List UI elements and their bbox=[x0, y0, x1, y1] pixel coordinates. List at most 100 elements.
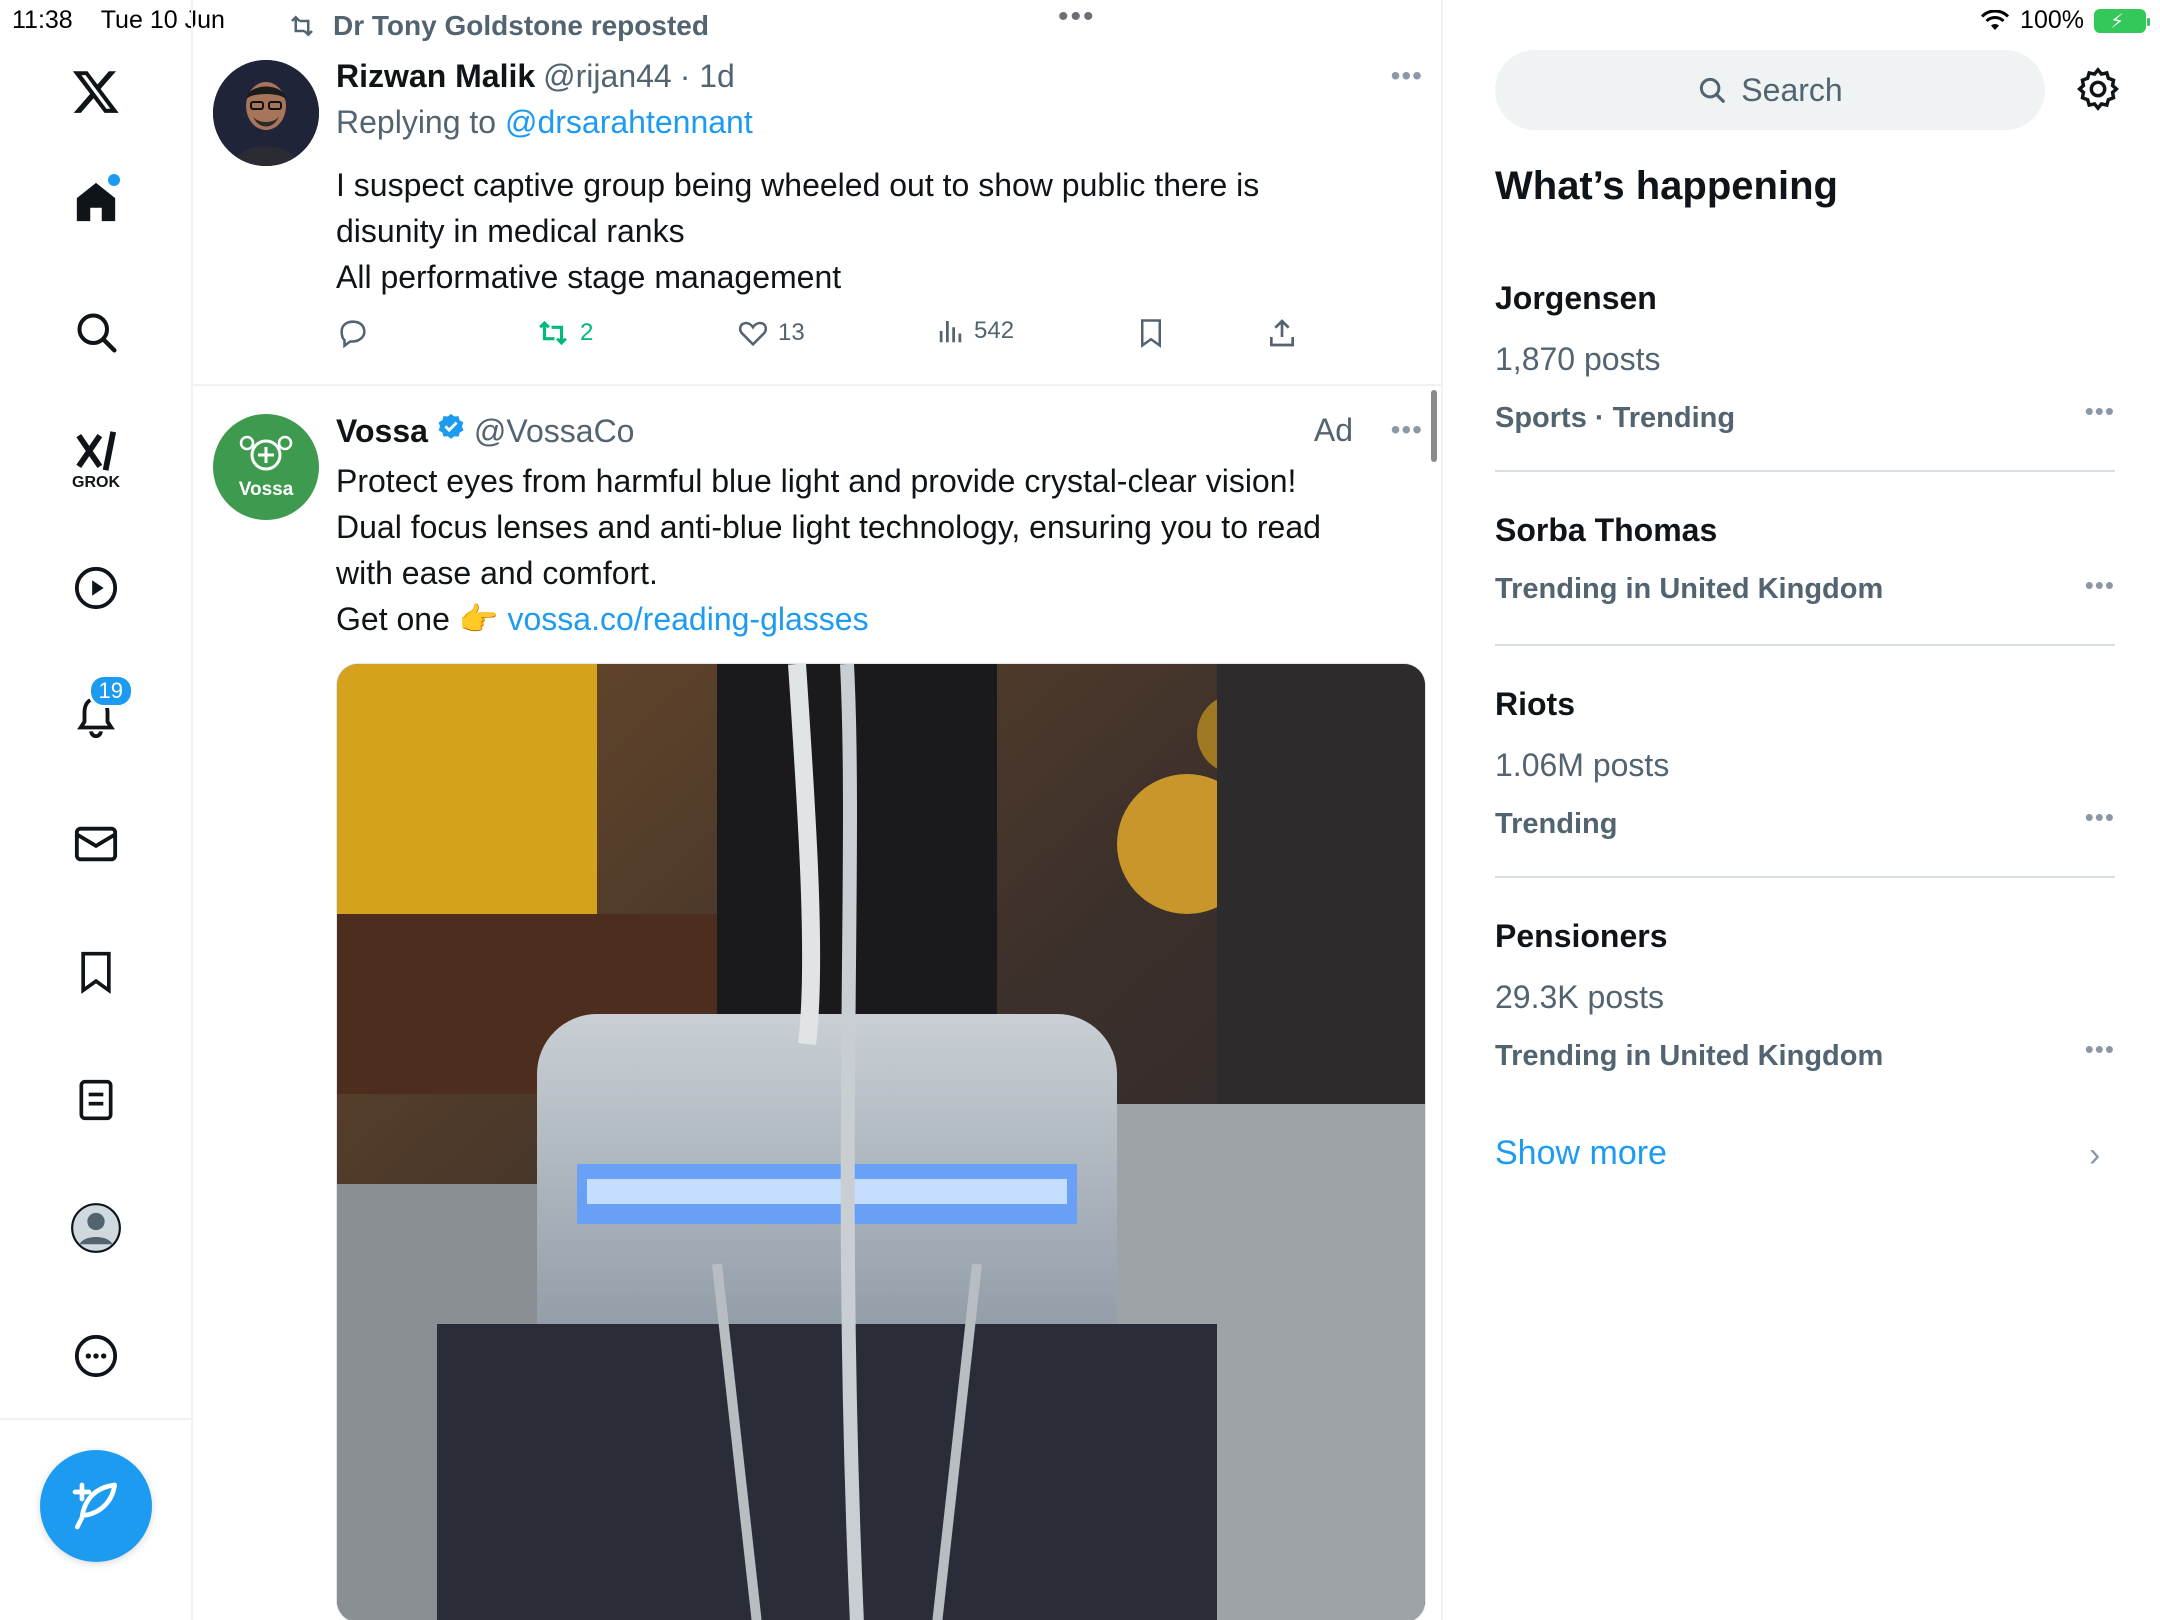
author-name[interactable]: Rizwan Malik bbox=[336, 58, 535, 95]
feed-scrollbar[interactable] bbox=[1431, 390, 1437, 462]
x-logo-icon[interactable] bbox=[60, 55, 132, 127]
show-more-link[interactable]: Show more bbox=[1495, 1134, 1667, 1173]
trend-item[interactable]: Pensioners 29.3K posts Trending in Unite… bbox=[1495, 918, 2115, 1073]
share-icon bbox=[1270, 319, 1294, 347]
trend-divider bbox=[1495, 470, 2115, 472]
trend-name: Sorba Thomas bbox=[1495, 512, 1718, 548]
verified-badge-icon bbox=[438, 413, 464, 439]
trend-category: Sports · Trending bbox=[1495, 402, 1736, 434]
trend-count: 1,870 posts bbox=[1495, 341, 1661, 377]
trend-item[interactable]: Riots 1.06M posts Trending ••• bbox=[1495, 686, 2115, 841]
settings-gear-icon[interactable] bbox=[2075, 66, 2121, 117]
section-title: What’s happening bbox=[1495, 164, 1838, 208]
replying-to: Replying to @drsarahtennant bbox=[336, 104, 753, 141]
tweet-text-line: Get one 👉 vossa.co/reading-glasses bbox=[336, 596, 1321, 642]
search-icon bbox=[1700, 77, 1726, 103]
tweet[interactable]: Dr Tony Goldstone reposted Rizwan Malik … bbox=[193, 0, 1441, 386]
retweet-icon bbox=[291, 15, 313, 37]
tweet-text-line: disunity in medical ranks bbox=[336, 213, 685, 249]
tweet-text-line: I suspect captive group being wheeled ou… bbox=[336, 167, 1260, 203]
pointing-emoji: 👉 bbox=[458, 601, 499, 637]
author-handle[interactable]: @VossaCo bbox=[474, 413, 635, 450]
like-count: 13 bbox=[778, 319, 805, 346]
bookmark-button[interactable] bbox=[1136, 316, 1166, 350]
left-nav: GROK 19 bbox=[0, 0, 193, 1620]
repost-by-label: Dr Tony Goldstone reposted bbox=[333, 10, 709, 41]
more-icon[interactable] bbox=[60, 1320, 132, 1392]
trend-more-icon[interactable]: ••• bbox=[2085, 570, 2115, 601]
notifications-badge: 19 bbox=[87, 674, 134, 708]
ad-video[interactable] bbox=[336, 663, 1426, 1620]
share-button[interactable] bbox=[1266, 316, 1298, 350]
tweet-text-line: with ease and comfort. bbox=[336, 555, 658, 591]
home-unread-dot bbox=[108, 174, 120, 186]
avatar[interactable] bbox=[213, 60, 319, 166]
avatar-text: Vossa bbox=[238, 479, 294, 500]
views-button[interactable]: 542 bbox=[936, 316, 1014, 346]
tweet-ad[interactable]: Vossa Vossa @VossaCo Ad ••• Protect eyes… bbox=[193, 388, 1441, 1620]
trend-category: Trending in United Kingdom bbox=[1495, 1040, 1884, 1072]
tweet-time[interactable]: · 1d bbox=[680, 58, 735, 95]
views-count: 542 bbox=[974, 317, 1015, 344]
profile-icon[interactable] bbox=[60, 1192, 132, 1264]
right-sidebar: Search What’s happening Jorgensen 1,870 … bbox=[1445, 0, 2160, 1620]
heart-icon bbox=[738, 321, 768, 347]
tweet-actions: 2 13 542 bbox=[336, 316, 1336, 356]
search-input[interactable]: Search bbox=[1495, 50, 2045, 130]
search-icon[interactable] bbox=[60, 296, 132, 368]
avatar-image bbox=[213, 60, 319, 166]
grok-label: GROK bbox=[72, 474, 120, 491]
like-button[interactable]: 13 bbox=[736, 316, 805, 350]
trend-name: Pensioners bbox=[1495, 918, 1668, 954]
trend-count: 29.3K posts bbox=[1495, 979, 1664, 1015]
avatar[interactable]: Vossa bbox=[213, 414, 319, 520]
cta-prefix: Get one bbox=[336, 601, 450, 637]
timeline[interactable]: Dr Tony Goldstone reposted Rizwan Malik … bbox=[193, 0, 1443, 1620]
trend-item[interactable]: Sorba Thomas Trending in United Kingdom … bbox=[1495, 512, 2115, 606]
repost-indicator: Dr Tony Goldstone reposted bbox=[285, 10, 709, 42]
tweet-header: Vossa @VossaCo bbox=[336, 412, 634, 450]
repost-button[interactable]: 2 bbox=[534, 316, 593, 350]
trend-divider bbox=[1495, 876, 2115, 878]
vossa-logo-icon bbox=[239, 435, 293, 471]
tweet-text: I suspect captive group being wheeled ou… bbox=[336, 162, 1259, 300]
mail-icon[interactable] bbox=[60, 808, 132, 880]
ad-label: Ad bbox=[1313, 412, 1353, 448]
retweet-icon bbox=[539, 320, 567, 346]
author-name[interactable]: Vossa bbox=[336, 413, 428, 450]
tweet-text-line: All performative stage management bbox=[336, 259, 842, 295]
bookmark-icon bbox=[1141, 319, 1161, 348]
nav-divider bbox=[0, 1418, 193, 1420]
trend-more-icon[interactable]: ••• bbox=[2085, 1034, 2115, 1065]
trend-name: Riots bbox=[1495, 686, 1575, 722]
grok-icon[interactable]: GROK bbox=[60, 424, 132, 496]
trend-more-icon[interactable]: ••• bbox=[2085, 802, 2115, 833]
chevron-right-icon[interactable]: › bbox=[2089, 1136, 2100, 1175]
trend-category: Trending bbox=[1495, 808, 1618, 840]
tweet-text-line: Protect eyes from harmful blue light and… bbox=[336, 463, 1297, 499]
trend-item[interactable]: Jorgensen 1,870 posts Sports · Trending … bbox=[1495, 280, 2115, 435]
notifications-nav[interactable]: 19 bbox=[60, 674, 134, 752]
replying-prefix: Replying to bbox=[336, 104, 497, 140]
compose-feather-icon bbox=[72, 1482, 117, 1530]
tweet-text-line: Dual focus lenses and anti-blue light te… bbox=[336, 509, 1321, 545]
reply-button[interactable] bbox=[336, 316, 370, 350]
video-icon[interactable] bbox=[60, 552, 132, 624]
list-icon[interactable] bbox=[60, 1064, 132, 1136]
replying-to-link[interactable]: @drsarahtennant bbox=[505, 104, 753, 140]
ad-link[interactable]: vossa.co/reading-glasses bbox=[507, 601, 868, 637]
home-icon[interactable] bbox=[60, 166, 132, 238]
tweet-more-icon[interactable]: ••• bbox=[1391, 414, 1423, 446]
tweet-text: Protect eyes from harmful blue light and… bbox=[336, 458, 1321, 642]
reply-icon bbox=[340, 320, 366, 349]
author-handle[interactable]: @rijan44 bbox=[543, 58, 672, 95]
trend-category: Trending in United Kingdom bbox=[1495, 573, 1884, 605]
compose-button[interactable] bbox=[40, 1450, 152, 1562]
bookmark-icon[interactable] bbox=[60, 936, 132, 1008]
trend-count: 1.06M posts bbox=[1495, 747, 1670, 783]
trend-name: Jorgensen bbox=[1495, 280, 1657, 316]
trend-more-icon[interactable]: ••• bbox=[2085, 396, 2115, 427]
tweet-more-icon[interactable]: ••• bbox=[1391, 60, 1423, 92]
trend-divider bbox=[1495, 644, 2115, 646]
repost-count: 2 bbox=[580, 319, 594, 346]
